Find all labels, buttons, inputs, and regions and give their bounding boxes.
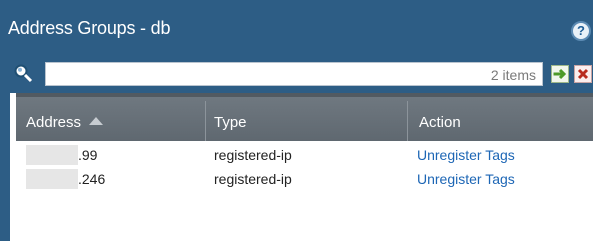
column-header-action[interactable]: Action: [408, 101, 593, 141]
column-header-address-label: Address: [26, 114, 82, 131]
address-cell: .99: [16, 143, 206, 167]
sort-ascending-icon: [89, 117, 104, 125]
column-header-type[interactable]: Type: [206, 101, 408, 141]
arrow-right-icon: [553, 68, 567, 80]
address-cell: .246: [16, 167, 206, 191]
column-header-address[interactable]: Address: [16, 101, 206, 141]
table-row[interactable]: .246 registered-ip Unregister Tags: [16, 167, 593, 191]
help-icon-glyph: ?: [577, 23, 585, 38]
address-groups-dialog: Address Groups - db ? 2 items Address Ty…: [0, 0, 593, 241]
help-icon[interactable]: ?: [571, 21, 591, 41]
items-count: 2 items: [490, 67, 536, 83]
table-header: Address Type Action: [16, 93, 593, 141]
unregister-tags-link[interactable]: Unregister Tags: [417, 143, 593, 167]
type-cell: registered-ip: [214, 147, 292, 163]
address-suffix: .99: [78, 147, 98, 163]
unregister-tags-link[interactable]: Unregister Tags: [417, 167, 593, 191]
filter-toolbar: 2 items: [10, 55, 593, 93]
search-input[interactable]: 2 items: [45, 62, 543, 86]
apply-filter-button[interactable]: [551, 65, 569, 83]
table-row[interactable]: .99 registered-ip Unregister Tags: [16, 143, 593, 167]
address-suffix: .246: [78, 171, 106, 187]
dialog-titlebar: Address Groups - db ?: [0, 0, 593, 55]
address-table: Address Type Action .99 registered-ip Un…: [16, 93, 593, 241]
type-cell: registered-ip: [214, 171, 292, 187]
clear-x-icon: [577, 68, 589, 80]
search-icon: [14, 64, 33, 83]
dialog-title: Address Groups - db: [8, 18, 171, 38]
redacted-address-block: [26, 169, 78, 189]
clear-filter-button[interactable]: [574, 65, 592, 83]
redacted-address-block: [26, 145, 78, 165]
